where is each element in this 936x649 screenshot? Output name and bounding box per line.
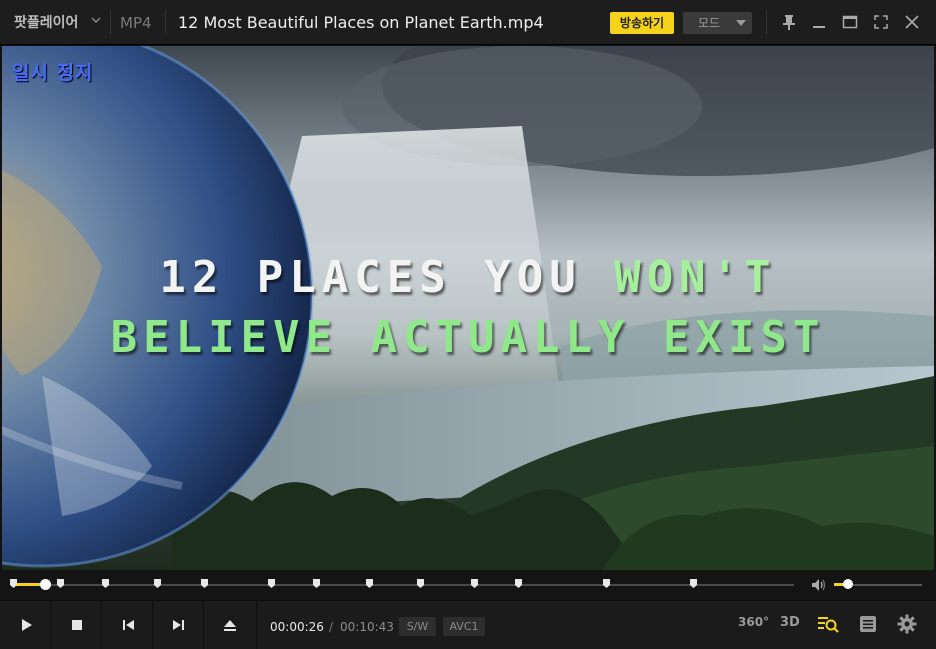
maximize-icon[interactable] <box>840 12 860 32</box>
file-title: 12 Most Beautiful Places on Planet Earth… <box>178 13 544 32</box>
next-button[interactable] <box>153 601 204 649</box>
mode-label: 모드 <box>698 16 721 30</box>
file-format-label: MP4 <box>120 14 152 32</box>
previous-button[interactable] <box>102 601 153 649</box>
headline-green-text: WON'T <box>614 252 777 303</box>
minimize-icon[interactable] <box>809 12 829 32</box>
chapter-marker[interactable] <box>471 579 478 588</box>
video-scene-image <box>2 46 934 570</box>
pin-icon[interactable] <box>779 12 799 32</box>
stop-button[interactable] <box>51 601 102 649</box>
chapter-marker[interactable] <box>417 579 424 588</box>
stop-icon <box>72 620 82 630</box>
playlist-icon[interactable] <box>859 614 877 634</box>
app-menu-button[interactable]: 팟플레이어 <box>14 12 78 32</box>
broadcast-button[interactable]: 방송하기 <box>610 12 674 34</box>
chapter-marker[interactable] <box>201 579 208 588</box>
play-icon <box>22 619 32 631</box>
chapter-marker[interactable] <box>603 579 610 588</box>
chapter-marker[interactable] <box>366 579 373 588</box>
volume-thumb[interactable] <box>843 579 854 589</box>
3d-mode-button[interactable]: 3D <box>780 615 800 630</box>
speaker-icon[interactable] <box>811 577 827 593</box>
mode-dropdown[interactable]: 모드 <box>683 12 752 34</box>
close-icon[interactable] <box>902 12 922 32</box>
divider <box>766 10 767 34</box>
chapter-marker[interactable] <box>268 579 275 588</box>
chapter-marker[interactable] <box>102 579 109 588</box>
current-time[interactable]: 00:00:26 <box>270 620 324 634</box>
seek-bar-area <box>0 570 936 600</box>
chapter-marker[interactable] <box>154 579 161 588</box>
playback-status-label: 일시 정지 <box>12 62 94 84</box>
headline-white-text: 12 PLACES YOU <box>159 252 615 303</box>
open-file-button[interactable] <box>204 601 257 649</box>
playlist-search-icon[interactable] <box>817 614 839 634</box>
codec-tag[interactable]: AVC1 <box>443 617 485 636</box>
chapter-marker[interactable] <box>690 579 697 588</box>
chapter-marker[interactable] <box>515 579 522 588</box>
title-bar: 팟플레이어 MP4 12 Most Beautiful Places on Pl… <box>0 0 936 45</box>
caret-down-icon <box>736 20 746 26</box>
chapter-marker[interactable] <box>57 579 64 588</box>
divider <box>165 10 166 34</box>
video-headline-line-2: BELIEVE ACTUALLY EXIST <box>110 312 826 363</box>
skip-previous-icon <box>123 620 134 630</box>
video-frame[interactable]: 일시 정지 12 PLACES YOU WON'T BELIEVE ACTUAL… <box>2 46 934 570</box>
chevron-down-icon[interactable] <box>90 14 102 26</box>
play-button[interactable] <box>0 601 51 649</box>
time-separator: / <box>329 620 334 634</box>
video-headline-line-1: 12 PLACES YOU WON'T <box>2 252 934 303</box>
eject-icon <box>224 620 236 631</box>
decoder-tag[interactable]: S/W <box>399 617 436 636</box>
total-time[interactable]: 00:10:43 <box>340 620 394 634</box>
divider <box>110 10 111 34</box>
fullscreen-icon[interactable] <box>871 12 891 32</box>
360-video-button[interactable]: 360° <box>738 615 769 629</box>
chapter-marker[interactable] <box>313 579 320 588</box>
gear-icon[interactable] <box>897 614 917 634</box>
control-bar: 00:00:26 / 00:10:43 S/W AVC1 360° 3D <box>0 600 936 649</box>
chapter-marker[interactable] <box>10 579 17 588</box>
seek-track[interactable] <box>12 584 794 586</box>
seek-thumb[interactable] <box>39 579 51 590</box>
skip-next-icon <box>173 620 184 630</box>
